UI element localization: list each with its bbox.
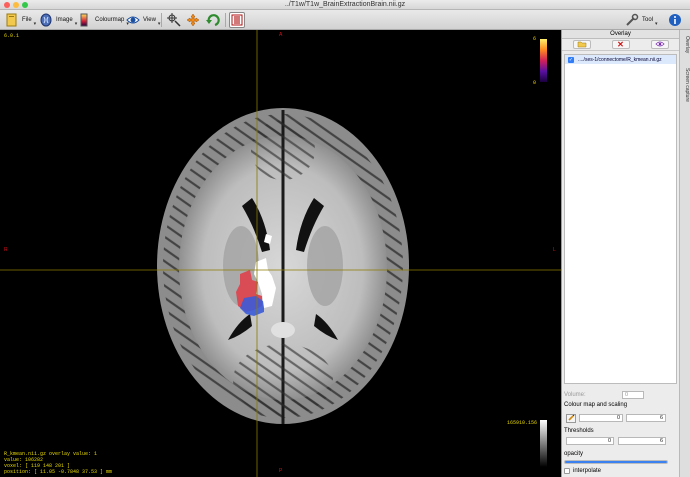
tab-screen-capture[interactable]: Screen capture [681, 68, 690, 102]
tool-menu-button[interactable]: Tool ▾ [624, 11, 658, 29]
status-position: position: [ 11.05 -0.7848 37.53 ] mm [4, 469, 113, 475]
rotate-tool-icon [205, 12, 221, 28]
open-folder-icon [577, 40, 587, 50]
colourbar-min-label: 0 [533, 80, 537, 86]
close-icon: ✕ [617, 39, 624, 49]
view-icon [125, 12, 141, 28]
occipital-gyri [233, 344, 333, 416]
overlay-panel: Overlay ✕ ✓ ..../ses-1/connectome/R_kmea… [561, 30, 679, 477]
scale-max-input[interactable]: 6 [626, 414, 666, 422]
layer-list-item[interactable]: ✓ ..../ses-1/connectome/R_kmean.nii.gz [565, 55, 676, 64]
opacity-label: opacity [564, 451, 584, 457]
tool-icon [624, 12, 640, 28]
right-basal-ganglia [307, 226, 343, 306]
chevron-down-icon: ▾ [33, 21, 37, 27]
colourmap-select-button[interactable] [566, 414, 576, 423]
opacity-slider-fill [565, 461, 667, 463]
pan-tool-button[interactable] [185, 11, 201, 29]
brain-slice[interactable] [0, 30, 561, 477]
toolbar-divider [225, 13, 226, 27]
thresholds-label: Thresholds [564, 428, 594, 434]
volume-input[interactable]: 0 [622, 391, 644, 399]
chevron-down-icon: ▾ [655, 21, 658, 27]
orientation-right: R [4, 247, 8, 253]
overlay-colour-bar [540, 39, 547, 82]
image-icon [38, 12, 54, 28]
side-tab-bar: Overlay Screen capture [679, 30, 690, 477]
overlay-button-bar: ✕ [562, 39, 679, 51]
interpolate-row[interactable]: interpolate [564, 468, 601, 474]
threshold-min-input[interactable]: 0 [566, 437, 614, 445]
orientation-anterior: A [279, 32, 283, 38]
orientation-left: L [553, 247, 556, 253]
toolbar-divider [161, 13, 162, 27]
frontal-gyri [251, 120, 315, 180]
image-menu-button[interactable]: Image ▾ [38, 11, 77, 29]
layer-list: ✓ ..../ses-1/connectome/R_kmean.nii.gz [564, 54, 677, 384]
layer-visible-checkbox[interactable]: ✓ [568, 56, 574, 63]
scale-min-input[interactable]: 0 [579, 414, 623, 422]
tab-overlay[interactable]: Overlay [681, 36, 690, 53]
splenium [271, 322, 295, 338]
layer-name: ..../ses-1/connectome/R_kmean.nii.gz [578, 56, 662, 63]
info-button[interactable] [667, 11, 683, 29]
opacity-slider[interactable] [564, 460, 668, 464]
add-overlay-button[interactable] [572, 40, 591, 50]
eye-icon [654, 40, 665, 50]
info-icon [667, 12, 683, 28]
colour-scaling-label: Colour map and scaling [564, 402, 628, 408]
orientation-posterior: P [279, 468, 283, 474]
image-viewer[interactable]: 6.0.1 A R L P 6 0 165910.156 R_kmean.nii… [0, 30, 561, 477]
colourmap-pencil-icon [567, 414, 575, 423]
greybar-max-label: 165910.156 [507, 420, 538, 426]
colourmap-menu-button[interactable]: Colourmap ▾ [77, 11, 129, 29]
colourmap-icon [77, 12, 93, 28]
main-toolbar: File ▾ Image ▾ Colourmap ▾ View ▾ Tool ▾ [0, 10, 690, 30]
view-menu-button[interactable]: View ▾ [125, 11, 160, 29]
file-menu-button[interactable]: File ▾ [4, 11, 36, 29]
version-label: 6.0.1 [4, 33, 20, 39]
crosshair-tool-icon [166, 12, 182, 28]
remove-overlay-button[interactable]: ✕ [611, 39, 630, 49]
title-bar: ../T1w/T1w_BrainExtractionBrain.nii.gz [0, 0, 690, 10]
file-icon [4, 12, 20, 28]
crosshair-tool-button[interactable] [166, 11, 182, 29]
capture-button[interactable] [229, 11, 245, 29]
threshold-max-input[interactable]: 6 [618, 437, 666, 445]
overlay-panel-title: Overlay [562, 30, 679, 39]
pan-tool-icon [185, 12, 201, 28]
volume-label: Volume: [564, 392, 586, 398]
toggle-visibility-button[interactable] [650, 40, 669, 50]
interpolate-label: interpolate [573, 468, 602, 474]
grey-colour-bar [540, 420, 547, 467]
colourbar-max-label: 6 [533, 36, 537, 42]
interpolate-checkbox[interactable] [564, 468, 570, 474]
window-title: ../T1w/T1w_BrainExtractionBrain.nii.gz [284, 1, 406, 8]
rotate-tool-button[interactable] [205, 11, 221, 29]
capture-icon [229, 12, 245, 28]
